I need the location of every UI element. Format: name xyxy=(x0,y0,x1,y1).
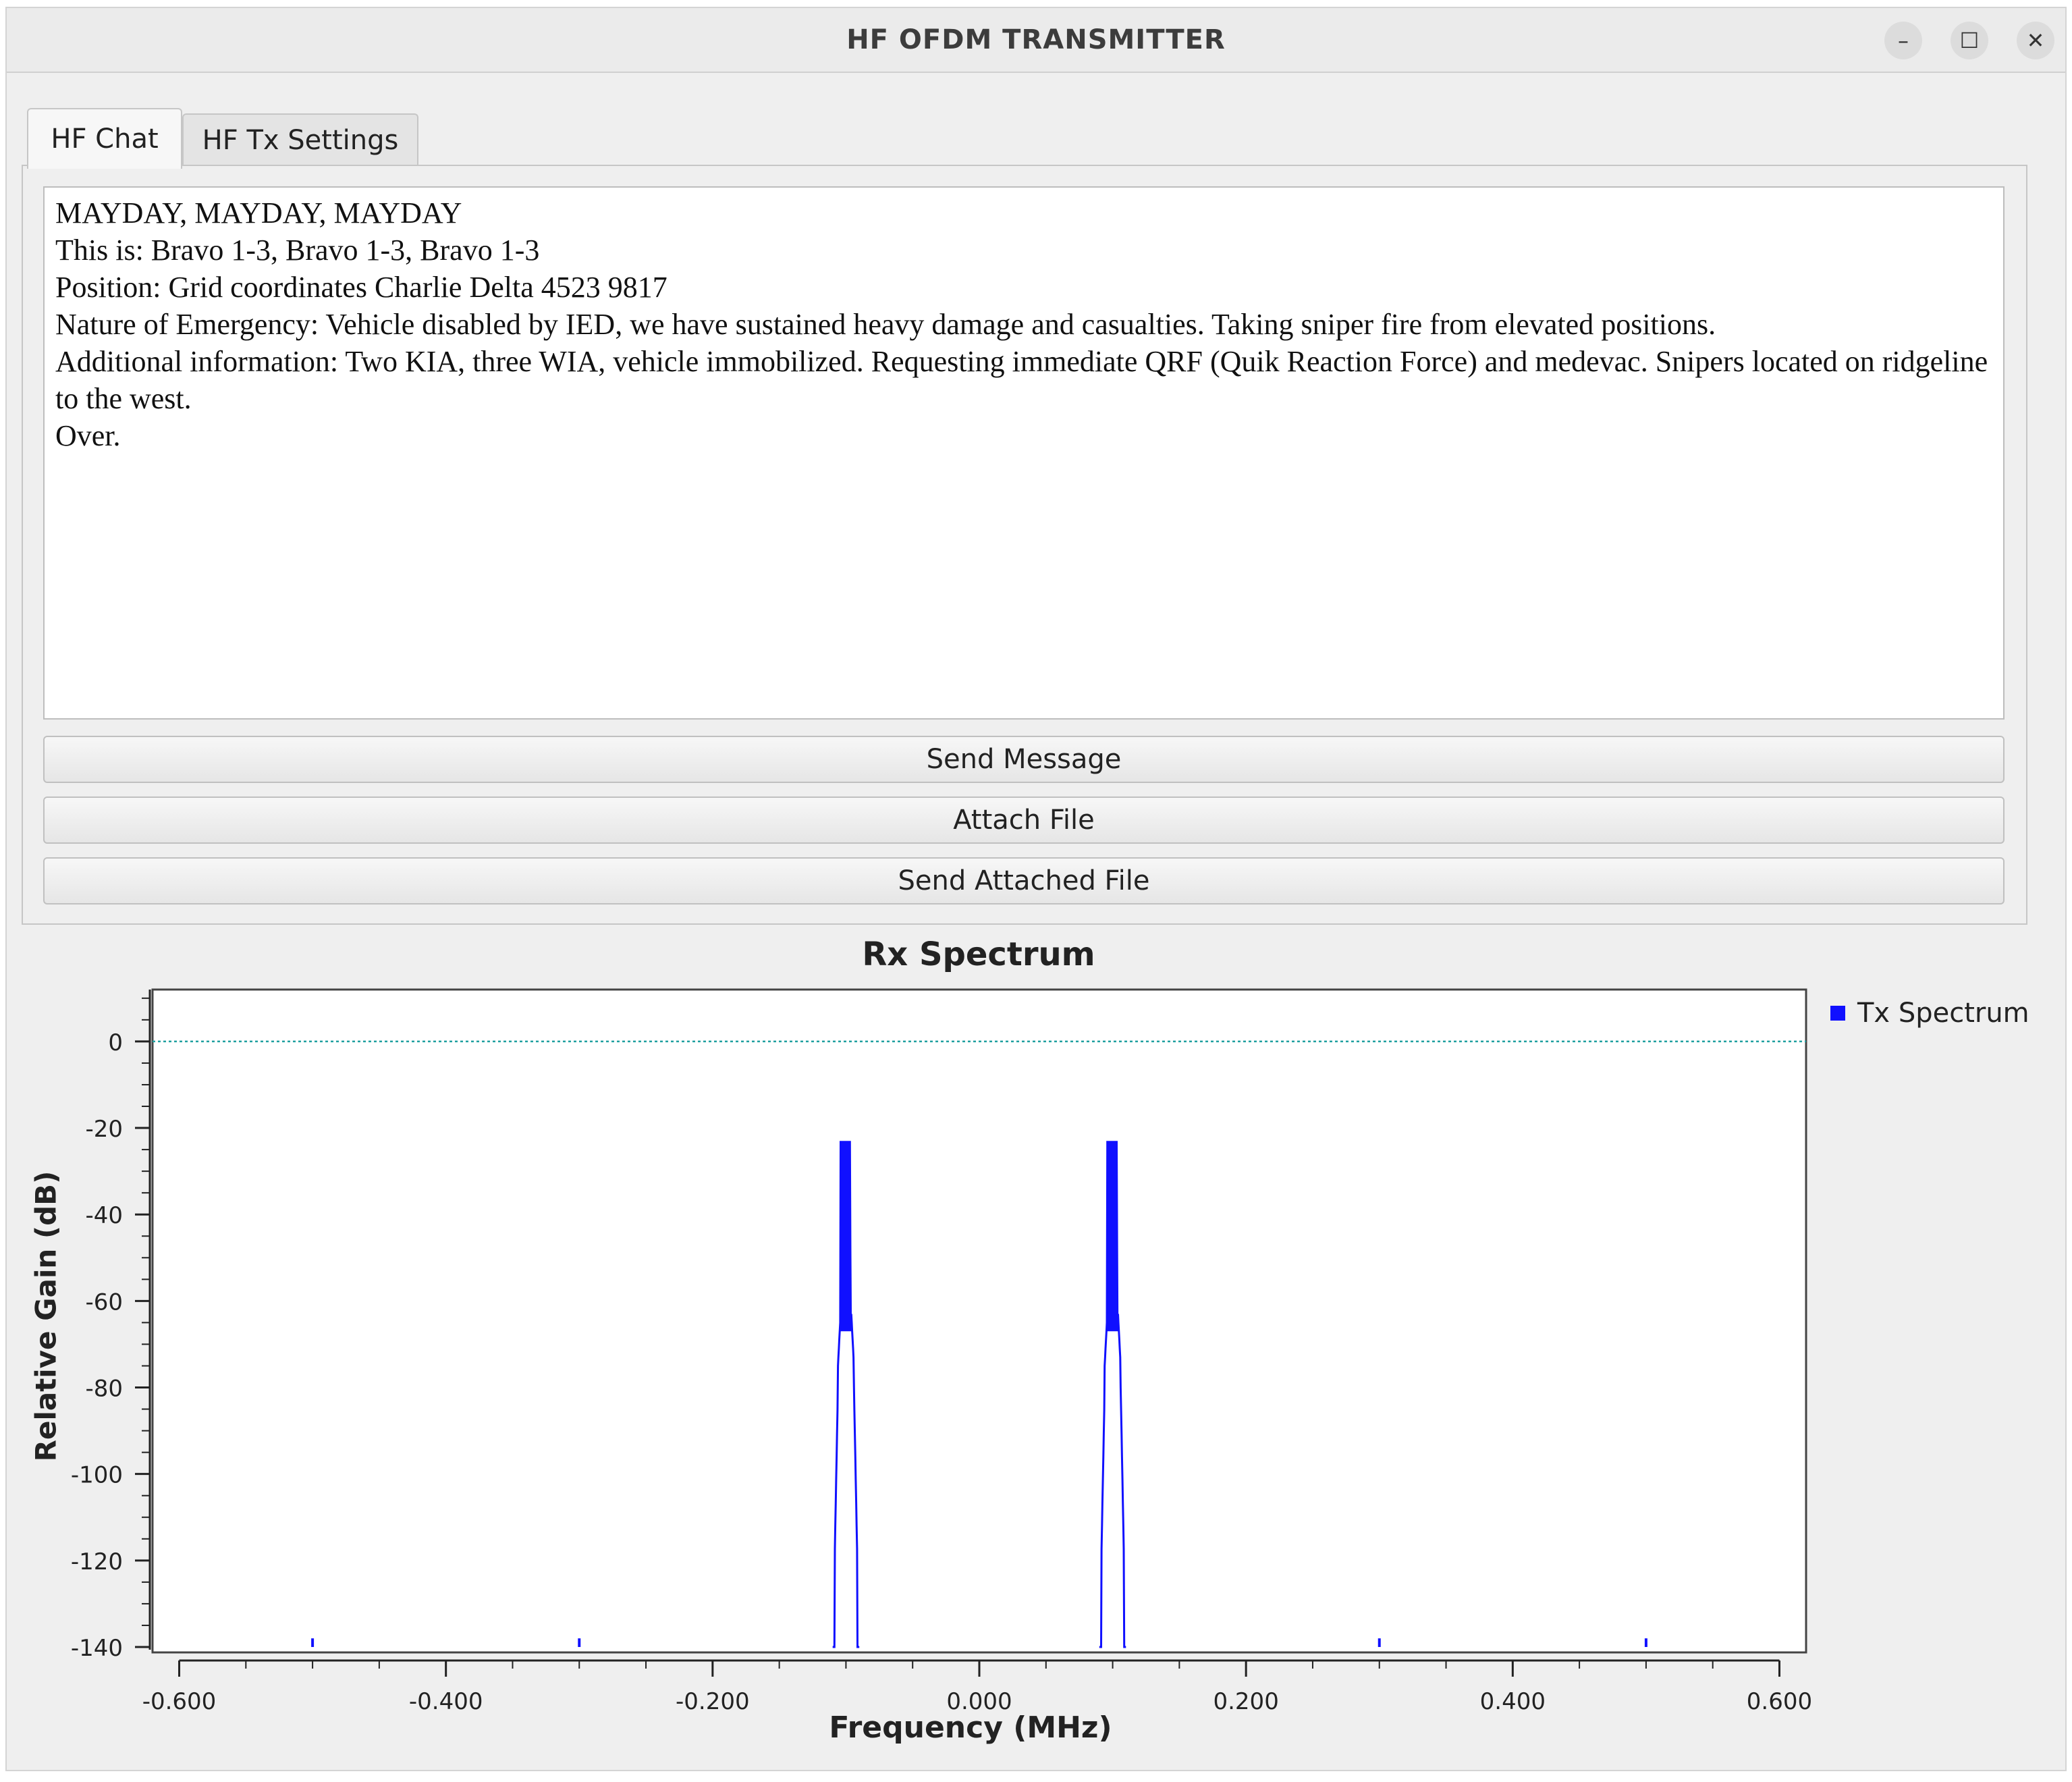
y-tick-label: -40 xyxy=(85,1202,123,1229)
y-tick-label: -140 xyxy=(71,1635,123,1662)
y-tick-label: -100 xyxy=(71,1462,123,1489)
y-tick-label: -60 xyxy=(85,1289,123,1316)
x-tick-label: 0.200 xyxy=(1213,1688,1278,1715)
spectrum-chart[interactable]: 0 -20 -40 -60 -80 -100 -120 -140 -0.600 -0.400 -0.… xyxy=(0,0,2072,1782)
x-tick-label: 0.000 xyxy=(946,1688,1012,1715)
tab-hf-chat[interactable]: HF Chat xyxy=(27,108,182,169)
y-tick-label: -120 xyxy=(71,1548,123,1575)
x-tick-label: -0.400 xyxy=(409,1688,483,1715)
x-tick-label: 0.400 xyxy=(1480,1688,1546,1715)
y-tick-label: 0 xyxy=(108,1029,123,1056)
y-tick-label: -80 xyxy=(85,1376,123,1403)
y-tick-label: -20 xyxy=(85,1116,123,1143)
x-tick-label: -0.600 xyxy=(142,1688,217,1715)
plot-area xyxy=(151,988,1807,1654)
x-tick-label: 0.600 xyxy=(1747,1688,1812,1715)
x-tick-label: -0.200 xyxy=(676,1688,750,1715)
